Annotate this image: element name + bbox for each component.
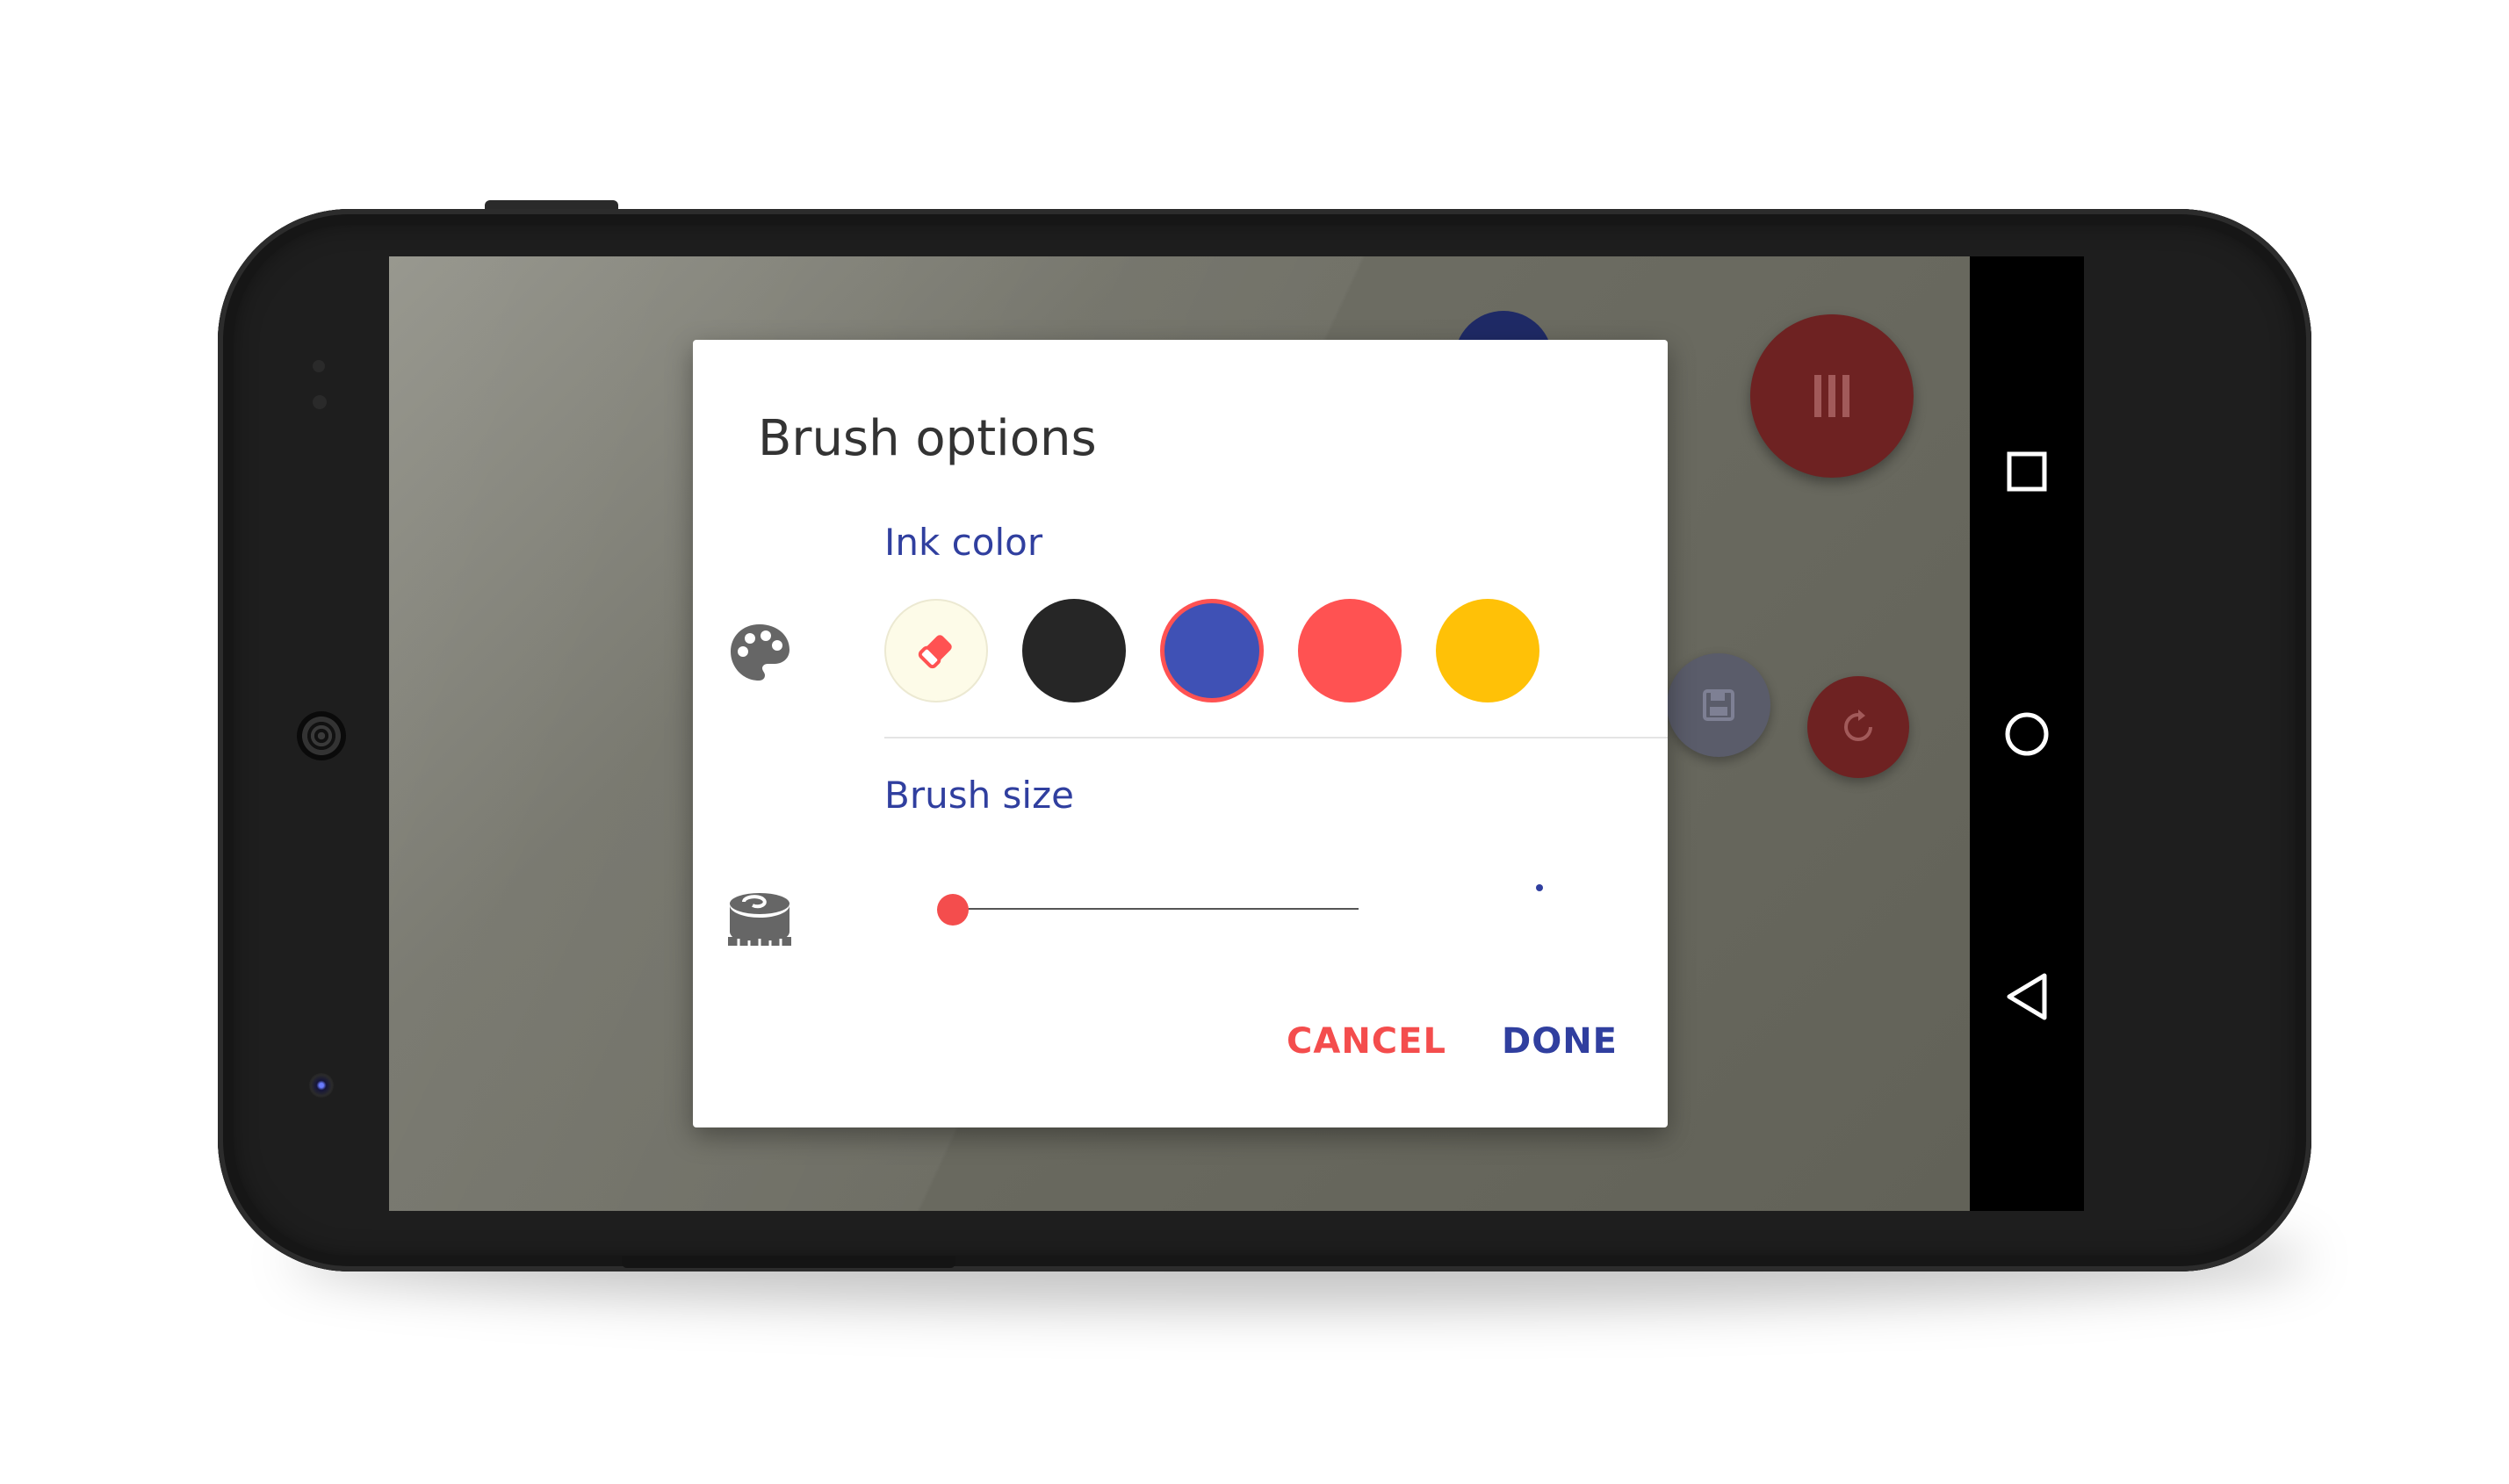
brush-size-label: Brush size	[884, 774, 1074, 817]
eraser-icon	[918, 635, 952, 669]
front-camera	[309, 1073, 334, 1098]
speaker-grille	[297, 711, 346, 760]
brush-size-preview	[1536, 884, 1543, 891]
brush-size-slider-thumb[interactable]	[937, 894, 970, 926]
palette-icon	[731, 624, 789, 681]
home-button[interactable]	[1970, 677, 2084, 791]
done-button[interactable]: DONE	[1502, 1021, 1618, 1062]
save-icon	[1703, 689, 1734, 721]
refresh-fab[interactable]	[1807, 676, 1909, 778]
color-swatch-red[interactable]	[1298, 599, 1402, 702]
brush-options-dialog: Brush options Ink color Brush size CANCE…	[693, 340, 1668, 1127]
color-swatch-black[interactable]	[1022, 599, 1126, 702]
menu-fab[interactable]	[1750, 314, 1914, 478]
menu-bars-icon	[1814, 375, 1849, 417]
refresh-icon	[1844, 710, 1872, 741]
cancel-button[interactable]: CANCEL	[1287, 1021, 1446, 1062]
back-button[interactable]	[1970, 940, 2084, 1054]
proximity-sensor	[313, 360, 325, 372]
color-swatch-eraser[interactable]	[884, 599, 988, 702]
ink-color-label: Ink color	[884, 521, 1043, 564]
save-fab[interactable]	[1667, 653, 1770, 757]
light-sensor	[313, 395, 327, 409]
dialog-title: Brush options	[758, 410, 1097, 467]
color-swatch-blue[interactable]	[1160, 599, 1264, 702]
home-icon	[2005, 712, 2049, 756]
tape-measure-icon	[728, 893, 791, 946]
recent-apps-icon	[2007, 451, 2047, 492]
back-icon	[2007, 973, 2047, 1020]
phone-bottom-edge	[622, 1256, 955, 1268]
recent-apps-button[interactable]	[1970, 414, 2084, 529]
system-nav-bar	[1970, 256, 2084, 1211]
brush-size-slider-track[interactable]	[941, 908, 1359, 910]
color-swatch-yellow[interactable]	[1436, 599, 1539, 702]
section-divider	[884, 737, 1668, 738]
